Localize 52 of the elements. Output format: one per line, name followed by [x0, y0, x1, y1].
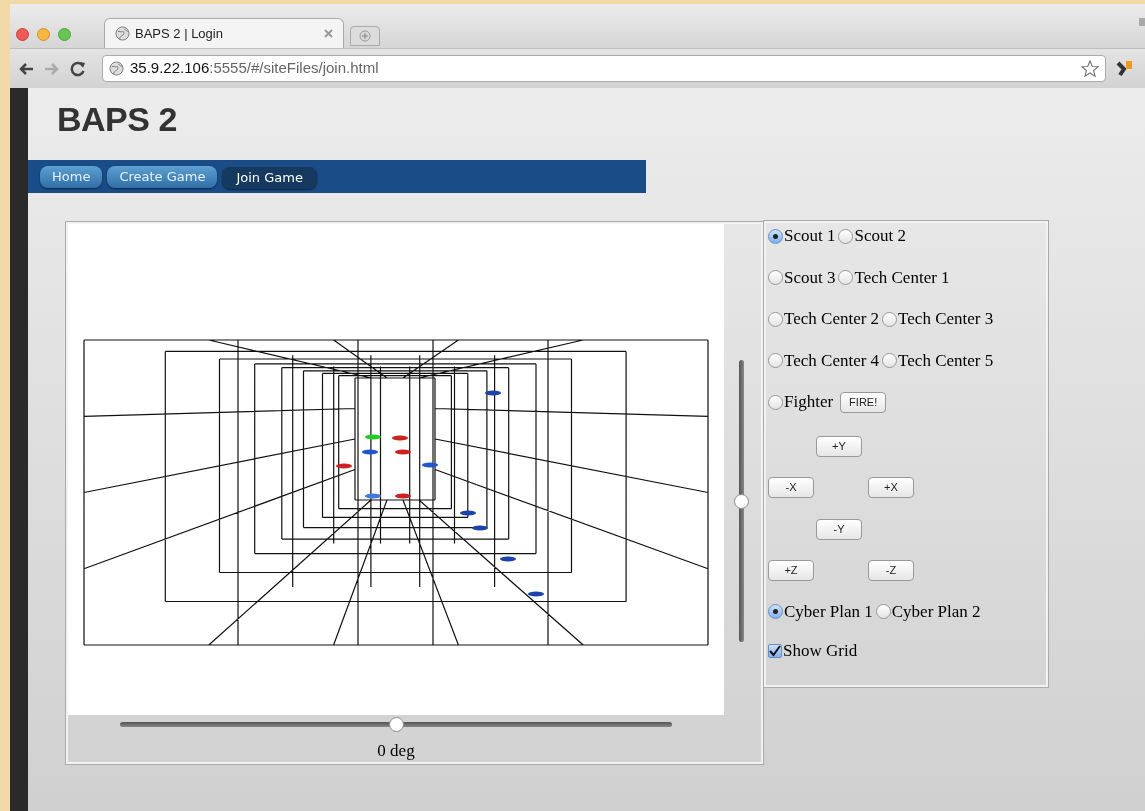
angle-label: 0 deg	[376, 740, 416, 762]
control-button[interactable]: -Z	[868, 560, 914, 581]
minimize-window-icon[interactable]	[37, 28, 50, 41]
radio-option[interactable]: Scout 3	[768, 266, 836, 289]
slider-thumb[interactable]	[734, 493, 749, 509]
radio-option[interactable]: Scout 2	[838, 225, 906, 247]
radio-button[interactable]	[768, 353, 783, 368]
radio-option[interactable]: Cyber Plan 2	[875, 600, 981, 623]
checkbox[interactable]	[768, 644, 782, 658]
radio-option[interactable]: Scout 1	[768, 225, 836, 247]
radio-button[interactable]	[882, 353, 898, 368]
radio-option[interactable]: Tech Center 3	[882, 308, 994, 330]
radio-option[interactable]: Tech Center 2	[768, 308, 880, 330]
radio-button[interactable]	[768, 604, 783, 619]
plus-icon	[359, 30, 371, 42]
radio-option[interactable]: Fighter	[768, 391, 834, 413]
radio-button[interactable]	[875, 604, 891, 619]
radio-button[interactable]	[768, 394, 783, 410]
radio-button[interactable]	[768, 228, 783, 244]
slider-thumb[interactable]	[388, 717, 404, 732]
new-tab-button[interactable]	[350, 26, 380, 46]
back-arrow-icon[interactable]	[18, 61, 34, 76]
nav-tab[interactable]: Join Game	[222, 166, 317, 189]
page-title: BAPS 2	[57, 102, 177, 136]
radio-option[interactable]: Tech Center 1	[838, 266, 950, 289]
radio-option[interactable]: Cyber Plan 1	[768, 600, 873, 623]
radio-button[interactable]	[838, 228, 854, 244]
control-button[interactable]: -X	[768, 477, 814, 498]
radio-button[interactable]	[768, 270, 783, 285]
control-button[interactable]: +X	[868, 477, 914, 498]
control-button[interactable]: +Z	[768, 560, 814, 581]
address-bar[interactable]: 35.9.22.106:5555/#/siteFiles/join.html	[102, 55, 1106, 82]
url-text: 35.9.22.106:5555/#/siteFiles/join.html	[130, 58, 380, 79]
radio-button[interactable]	[882, 311, 898, 327]
zoom-window-icon[interactable]	[58, 28, 71, 41]
forward-arrow-icon[interactable]	[44, 61, 60, 76]
reload-icon[interactable]	[70, 60, 86, 77]
checkbox-option[interactable]: Show Grid	[768, 640, 858, 662]
star-icon[interactable]	[1081, 59, 1099, 78]
rotation-slider[interactable]	[120, 717, 672, 732]
control-button[interactable]: +Y	[816, 435, 862, 457]
control-button[interactable]: -Y	[816, 518, 862, 540]
browser-tab[interactable]: BAPS 2 | Login	[104, 18, 344, 48]
radio-button[interactable]	[838, 270, 854, 285]
vertical-slider[interactable]	[734, 360, 749, 642]
tab-title: BAPS 2 | Login	[135, 24, 224, 43]
radio-option[interactable]: Tech Center 4	[768, 349, 880, 372]
close-icon[interactable]	[324, 29, 333, 38]
radio-option[interactable]: Tech Center 5	[882, 349, 994, 372]
radio-button[interactable]	[768, 311, 783, 327]
close-window-icon[interactable]	[16, 28, 29, 41]
control-button[interactable]: FIRE!	[840, 392, 887, 413]
